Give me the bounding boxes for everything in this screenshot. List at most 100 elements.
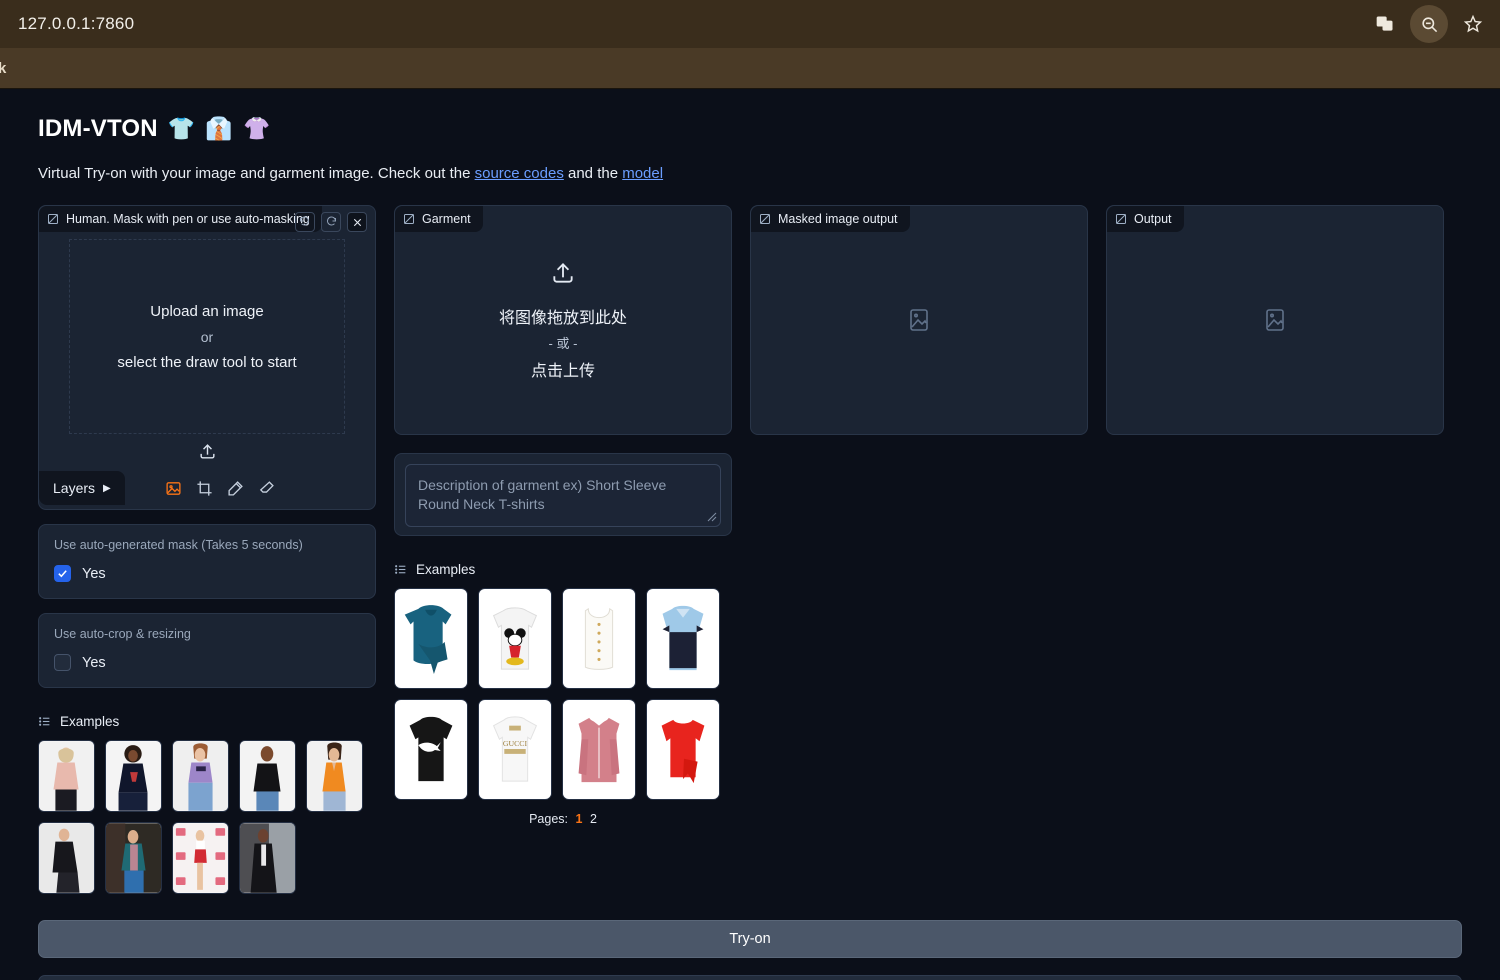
garment-examples-heading: Examples bbox=[394, 562, 732, 577]
human-example-thumb-5[interactable] bbox=[306, 740, 363, 812]
garment-example-thumb-1[interactable] bbox=[394, 587, 468, 689]
undo-button[interactable] bbox=[295, 212, 315, 232]
browser-tabstrip: k bbox=[0, 48, 1500, 89]
masked-panel-label: Masked image output bbox=[751, 206, 910, 232]
image-icon bbox=[759, 213, 771, 225]
page-title: IDM-VTON 👕 👔 👚 bbox=[38, 115, 1462, 143]
auto-crop-label: Yes bbox=[82, 654, 106, 671]
output-panel-label-text: Output bbox=[1134, 212, 1172, 226]
pages-label: Pages: bbox=[529, 811, 569, 826]
auto-crop-title: Use auto-crop & resizing bbox=[54, 627, 191, 641]
description-text-mid: and the bbox=[563, 165, 623, 182]
masked-column: Masked image output bbox=[750, 205, 1088, 894]
garment-example-thumb-6[interactable]: GUCCI bbox=[478, 698, 552, 800]
list-icon bbox=[394, 563, 407, 576]
garment-example-thumb-2[interactable] bbox=[478, 587, 552, 689]
human-image-editor[interactable]: Human. Mask with pen or use auto-masking bbox=[38, 205, 376, 510]
human-example-thumb-1[interactable] bbox=[38, 740, 95, 812]
human-editor-bottom-bar: Layers ▶ bbox=[39, 467, 375, 509]
masked-image-placeholder-icon bbox=[751, 206, 1087, 434]
page-button-1[interactable]: 1 bbox=[576, 812, 583, 826]
image-icon bbox=[1115, 213, 1127, 225]
auto-mask-title: Use auto-generated mask (Takes 5 seconds… bbox=[54, 538, 303, 552]
human-example-thumb-9[interactable] bbox=[239, 822, 296, 894]
garment-examples-grid: GUCCI bbox=[394, 587, 732, 800]
human-panel-label-text: Human. Mask with pen or use auto-masking bbox=[66, 212, 310, 226]
human-example-thumb-2[interactable] bbox=[105, 740, 162, 812]
page-description: Virtual Try-on with your image and garme… bbox=[38, 165, 1462, 182]
google-translate-icon[interactable]: G 文 bbox=[1370, 9, 1400, 39]
image-icon bbox=[47, 213, 59, 225]
green-tshirt-emoji: 👕 bbox=[167, 116, 196, 141]
human-upload-canvas[interactable]: Upload an image or select the draw tool … bbox=[69, 239, 345, 434]
necktie-emoji: 👔 bbox=[205, 116, 234, 141]
human-panel-label: Human. Mask with pen or use auto-masking bbox=[39, 206, 322, 232]
model-link[interactable]: model bbox=[622, 165, 663, 182]
svg-text:GUCCI: GUCCI bbox=[503, 739, 528, 748]
pink-tshirt-emoji: 👚 bbox=[243, 116, 271, 141]
upload-or-text: or bbox=[200, 328, 214, 345]
zoom-out-icon[interactable] bbox=[1410, 5, 1448, 43]
layers-label: Layers bbox=[53, 480, 96, 496]
tab-title-fragment[interactable]: k bbox=[0, 60, 6, 77]
bookmark-star-icon[interactable] bbox=[1458, 9, 1488, 39]
garment-upload-panel[interactable]: Garment 将图像拖放到此处 - 或 - 点击上传 bbox=[394, 205, 732, 435]
human-examples-grid bbox=[38, 740, 376, 894]
chevron-right-icon: ▶ bbox=[103, 482, 111, 494]
description-text-before: Virtual Try-on with your image and garme… bbox=[38, 165, 475, 182]
eraser-tool-icon[interactable] bbox=[258, 480, 275, 497]
human-example-thumb-3[interactable] bbox=[172, 740, 229, 812]
page-button-2[interactable]: 2 bbox=[590, 812, 597, 826]
draw-tools bbox=[165, 480, 275, 497]
upload-primary-text: Upload an image bbox=[150, 302, 264, 320]
try-on-button[interactable]: Try-on bbox=[38, 920, 1462, 958]
auto-mask-checkbox[interactable] bbox=[54, 565, 71, 582]
auto-crop-checkbox[interactable] bbox=[54, 654, 71, 671]
human-column: Human. Mask with pen or use auto-masking bbox=[38, 205, 376, 894]
close-icon[interactable] bbox=[347, 212, 367, 232]
crop-tool-icon[interactable] bbox=[196, 480, 213, 497]
advanced-settings-accordion[interactable]: Advanced Settings ◀ bbox=[38, 975, 1462, 980]
auto-mask-option: Use auto-generated mask (Takes 5 seconds… bbox=[38, 524, 376, 599]
human-examples-heading: Examples bbox=[38, 714, 376, 729]
resize-handle-icon[interactable] bbox=[706, 510, 718, 522]
auto-crop-checkbox-row[interactable]: Yes bbox=[54, 654, 360, 671]
redo-button[interactable] bbox=[321, 212, 341, 232]
garment-example-thumb-4[interactable] bbox=[646, 587, 720, 689]
garment-example-thumb-7[interactable] bbox=[562, 698, 636, 800]
app-page: IDM-VTON 👕 👔 👚 Virtual Try-on with your … bbox=[0, 89, 1500, 894]
human-example-thumb-8[interactable] bbox=[172, 822, 229, 894]
url-text[interactable]: 127.0.0.1:7860 bbox=[18, 14, 134, 34]
page-title-text: IDM-VTON bbox=[38, 115, 158, 142]
pen-tool-icon[interactable] bbox=[227, 480, 244, 497]
human-example-thumb-6[interactable] bbox=[38, 822, 95, 894]
upload-icon bbox=[550, 260, 576, 291]
layers-button[interactable]: Layers ▶ bbox=[39, 471, 125, 505]
browser-address-bar: 127.0.0.1:7860 G 文 bbox=[0, 0, 1500, 48]
output-column: Output bbox=[1106, 205, 1444, 894]
auto-mask-label: Yes bbox=[82, 565, 106, 582]
main-columns: Human. Mask with pen or use auto-masking bbox=[38, 205, 1462, 894]
browser-toolbar-icons: G 文 bbox=[1370, 5, 1488, 43]
list-icon bbox=[38, 715, 51, 728]
human-editor-toolbar bbox=[295, 212, 367, 232]
dropzone-line-3: 点击上传 bbox=[530, 362, 595, 380]
garment-examples-label: Examples bbox=[416, 561, 476, 577]
garment-example-thumb-5[interactable] bbox=[394, 698, 468, 800]
svg-text:文: 文 bbox=[1385, 21, 1392, 30]
masked-panel-label-text: Masked image output bbox=[778, 212, 898, 226]
garment-description-card: Description of garment ex) Short Sleeve … bbox=[394, 453, 732, 536]
source-codes-link[interactable]: source codes bbox=[475, 165, 564, 182]
human-upload-button[interactable] bbox=[39, 442, 375, 461]
garment-panel-label: Garment bbox=[395, 206, 483, 232]
garment-example-thumb-8[interactable] bbox=[646, 698, 720, 800]
garment-description-input[interactable]: Description of garment ex) Short Sleeve … bbox=[405, 464, 721, 527]
auto-mask-checkbox-row[interactable]: Yes bbox=[54, 565, 360, 582]
image-tool-icon[interactable] bbox=[165, 480, 182, 497]
human-example-thumb-7[interactable] bbox=[105, 822, 162, 894]
garment-dropzone[interactable]: 将图像拖放到此处 - 或 - 点击上传 bbox=[395, 206, 731, 434]
human-examples-label: Examples bbox=[60, 714, 120, 729]
output-panel: Output bbox=[1106, 205, 1444, 435]
garment-example-thumb-3[interactable] bbox=[562, 587, 636, 689]
human-example-thumb-4[interactable] bbox=[239, 740, 296, 812]
